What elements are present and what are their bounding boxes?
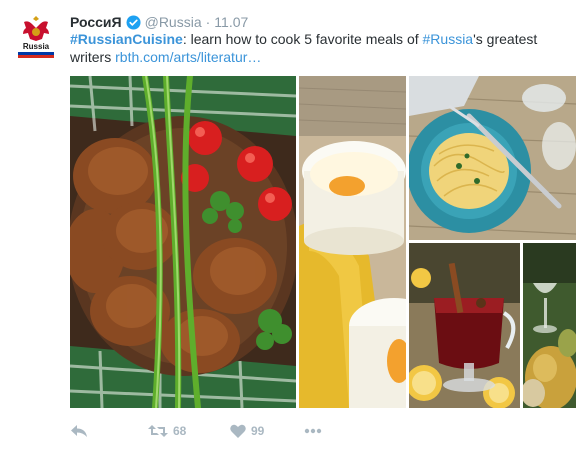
- retweet-button[interactable]: 68: [148, 424, 230, 438]
- baked-eggs-ramekins-photo: [299, 76, 406, 408]
- photo-cutlets[interactable]: [70, 76, 296, 408]
- display-name[interactable]: РоссиЯ: [70, 14, 122, 30]
- separator-dot: ·: [205, 14, 211, 30]
- verified-badge-icon: [126, 14, 141, 30]
- handle[interactable]: @Russia: [145, 14, 202, 30]
- media-grid: [70, 76, 576, 408]
- like-count: 99: [251, 424, 265, 438]
- tweet-header: РоссиЯ @Russia · 11.07: [70, 12, 248, 32]
- hashtag-russiancuisine[interactable]: #RussianCuisine: [70, 31, 183, 47]
- heart-icon: [230, 424, 246, 438]
- timestamp[interactable]: 11.07: [214, 14, 248, 30]
- more-button[interactable]: [304, 428, 334, 434]
- photo-mulled-wine[interactable]: [409, 243, 520, 408]
- reply-button[interactable]: [70, 424, 148, 438]
- hashtag-russia[interactable]: #Russia: [423, 31, 474, 47]
- photo-baked-eggs[interactable]: [299, 76, 406, 408]
- hashtag-label: #RussianCuisine: [70, 31, 183, 47]
- cutlets-tomatoes-green-onion-photo: [70, 76, 296, 408]
- pasta-plate-fork-photo: [409, 76, 576, 240]
- more-dots-icon: [304, 428, 322, 434]
- photo-pears[interactable]: [523, 243, 576, 408]
- article-link[interactable]: rbth.com/arts/literatur…: [115, 49, 261, 65]
- avatar[interactable]: Russia: [12, 12, 60, 60]
- mulled-wine-glass-photo: [409, 243, 520, 408]
- like-button[interactable]: 99: [230, 424, 304, 438]
- photo-pasta[interactable]: [409, 76, 576, 240]
- coat-of-arms-icon: [12, 12, 60, 60]
- reply-icon: [71, 425, 87, 437]
- retweet-count: 68: [173, 424, 187, 438]
- pears-wine-glass-photo: [523, 243, 576, 408]
- avatar-label: Russia: [22, 42, 50, 51]
- tweet-text: #RussianCuisine: learn how to cook 5 fav…: [70, 30, 570, 66]
- retweet-icon: [148, 425, 168, 437]
- tweet-text-middle: : learn how to cook 5 favorite meals of: [182, 31, 423, 47]
- tweet-actions: 68 99: [70, 420, 334, 442]
